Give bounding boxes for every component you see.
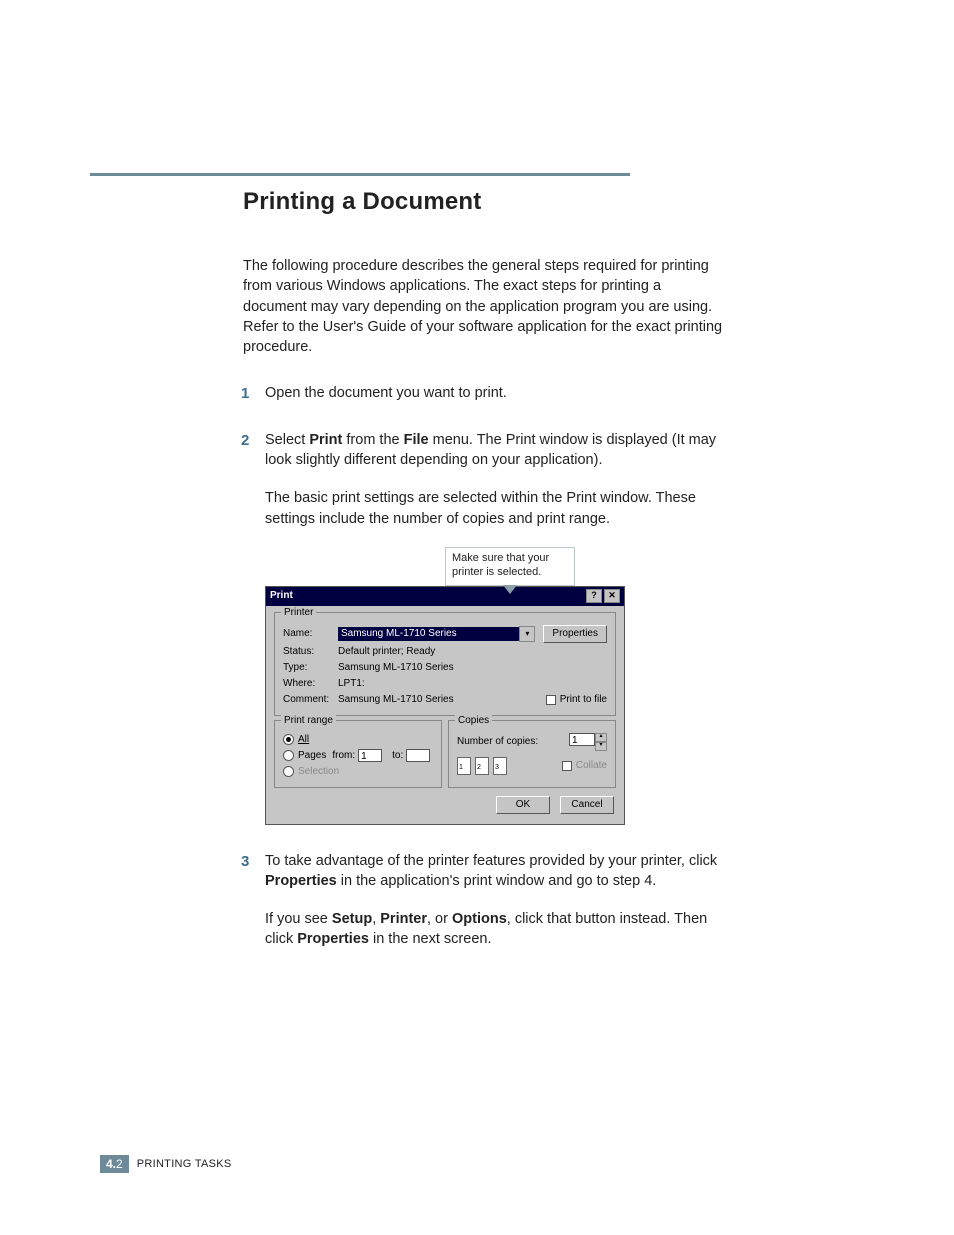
step-number: 1: [241, 383, 249, 404]
step-3-line-2: If you see Setup, Printer, or Options, c…: [265, 909, 723, 950]
callout-and-dialog: Make sure that your printer is selected.…: [265, 547, 723, 825]
print-to-file-checkbox[interactable]: [546, 695, 556, 705]
page: Printing a Document The following proced…: [0, 0, 954, 1235]
range-pages-row[interactable]: Pages from: 1 to:: [283, 749, 433, 763]
step-number: 3: [241, 851, 249, 872]
print-to-file-wrap[interactable]: Print to file: [546, 693, 607, 707]
print-range-label: Print range: [281, 714, 336, 728]
intro-paragraph: The following procedure describes the ge…: [243, 256, 723, 357]
to-label: to:: [392, 749, 403, 763]
where-value: LPT1:: [338, 677, 365, 691]
print-to-file-label: Print to file: [560, 693, 607, 707]
printer-name-select[interactable]: Samsung ML-1710 Series: [338, 627, 519, 641]
radio-selection: [283, 766, 294, 777]
range-all-row[interactable]: All: [283, 733, 433, 747]
to-input[interactable]: [406, 749, 430, 762]
footer-label: Printing Tasks: [137, 1158, 232, 1170]
copies-group-label: Copies: [455, 714, 492, 728]
from-label: from:: [332, 749, 355, 763]
comment-value: Samsung ML-1710 Series: [338, 693, 454, 707]
step-number: 2: [241, 430, 249, 451]
help-button[interactable]: ?: [586, 589, 602, 603]
step-3-line-1: To take advantage of the printer feature…: [265, 851, 723, 892]
collate-icons: 1 2 3: [457, 757, 507, 775]
step-1-text: Open the document you want to print.: [265, 383, 723, 403]
radio-all[interactable]: [283, 734, 294, 745]
step-2: 2 Select Print from the File menu. The P…: [243, 430, 723, 825]
from-input[interactable]: 1: [358, 749, 382, 762]
dialog-title: Print: [270, 589, 293, 603]
dialog-titlebar: Print ? ✕: [266, 587, 624, 606]
collate-wrap: Collate: [562, 759, 607, 773]
range-pages-label: Pages: [298, 749, 326, 763]
printer-group: Printer Name: Samsung ML-1710 Series ▾ P…: [274, 612, 616, 716]
close-button[interactable]: ✕: [604, 589, 620, 603]
header-rule: [90, 173, 630, 176]
where-label: Where:: [283, 677, 338, 691]
collate-checkbox: [562, 761, 572, 771]
status-value: Default printer; Ready: [338, 645, 435, 659]
copies-input[interactable]: 1: [569, 733, 595, 746]
dropdown-icon[interactable]: ▾: [519, 626, 535, 642]
copies-spinner[interactable]: ▴▾: [595, 733, 607, 751]
step-1: 1 Open the document you want to print.: [243, 383, 723, 403]
range-selection-row: Selection: [283, 765, 433, 779]
step-3: 3 To take advantage of the printer featu…: [243, 851, 723, 950]
step-2-line-2: The basic print settings are selected wi…: [265, 488, 723, 529]
type-value: Samsung ML-1710 Series: [338, 661, 454, 675]
status-label: Status:: [283, 645, 338, 659]
page-number-chip: 4.2: [100, 1155, 129, 1173]
ok-button[interactable]: OK: [496, 796, 550, 814]
step-2-line-1: Select Print from the File menu. The Pri…: [265, 430, 723, 471]
type-label: Type:: [283, 661, 338, 675]
titlebar-buttons: ? ✕: [586, 589, 620, 603]
name-label: Name:: [283, 627, 338, 641]
print-range-group: Print range All Pages from: 1 to:: [274, 720, 442, 788]
radio-pages[interactable]: [283, 750, 294, 761]
range-selection-label: Selection: [298, 765, 339, 779]
copies-group: Copies Number of copies: 1 ▴▾ 1: [448, 720, 616, 788]
page-footer: 4.2 Printing Tasks: [100, 1155, 232, 1173]
print-dialog: Print ? ✕ Printer Name: Samsung ML-1710 …: [265, 586, 625, 825]
content-column: Printing a Document The following proced…: [243, 188, 723, 976]
printer-group-label: Printer: [281, 606, 316, 620]
range-all-label: All: [298, 733, 309, 747]
collate-label: Collate: [576, 759, 607, 773]
comment-label: Comment:: [283, 693, 338, 707]
printer-name-row: Name: Samsung ML-1710 Series ▾ Propertie…: [283, 625, 607, 643]
cancel-button[interactable]: Cancel: [560, 796, 614, 814]
properties-button[interactable]: Properties: [543, 625, 607, 643]
dialog-button-row: OK Cancel: [266, 790, 624, 824]
callout-tip: Make sure that your printer is selected.: [445, 547, 575, 586]
copies-label: Number of copies:: [457, 735, 538, 749]
section-title: Printing a Document: [243, 188, 723, 216]
